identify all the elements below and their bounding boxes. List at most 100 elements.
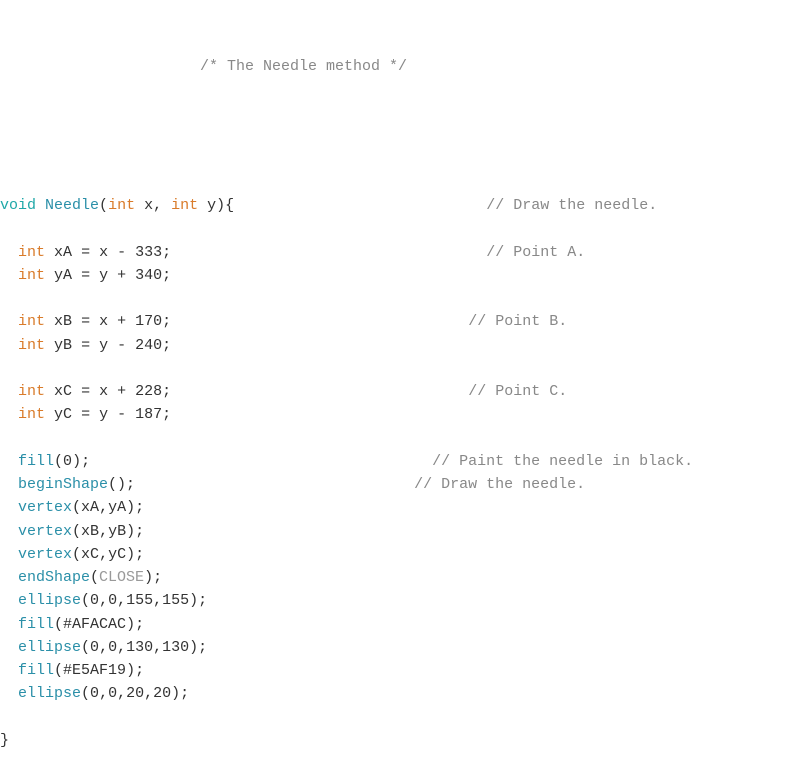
- token-punct: ,: [153, 197, 171, 214]
- code-line: ellipse(0,0,130,130);: [0, 636, 800, 659]
- token-num: 130: [162, 639, 189, 656]
- token-punct: (: [72, 523, 81, 540]
- code-line: int yA = y + 340;: [0, 264, 800, 287]
- token-kw-type2: int: [18, 267, 45, 284]
- token-num: 187: [135, 406, 162, 423]
- token-num: 0: [63, 453, 72, 470]
- token-punct: }: [0, 732, 9, 749]
- token-func: ellipse: [18, 592, 81, 609]
- token-punct: (: [72, 499, 81, 516]
- token-num: 170: [135, 313, 162, 330]
- code-line: [0, 357, 800, 380]
- token-kw-type2: int: [108, 197, 135, 214]
- token-punct: ,: [99, 592, 108, 609]
- token-punct: ;: [162, 313, 171, 330]
- token-punct: ,: [99, 639, 108, 656]
- code-line: vertex(xA,yA);: [0, 496, 800, 519]
- token-punct: (: [99, 197, 108, 214]
- token-punct: (: [81, 685, 90, 702]
- token-punct: );: [189, 639, 207, 656]
- token-num: 333: [135, 244, 162, 261]
- line-comment: // Paint the needle in black.: [432, 453, 693, 470]
- token-punct: ,: [99, 499, 108, 516]
- token-punct: ;: [162, 267, 171, 284]
- code-line: [0, 427, 800, 450]
- token-op: =: [72, 337, 99, 354]
- token-func: fill: [18, 453, 54, 470]
- block-comment: /* The Needle method */: [200, 58, 407, 75]
- token-punct: ,: [153, 592, 162, 609]
- token-ident: xA: [54, 244, 72, 261]
- token-punct: ();: [108, 476, 135, 493]
- token-op: =: [72, 406, 99, 423]
- code-line: [0, 287, 800, 310]
- line-comment: // Draw the needle.: [414, 476, 585, 493]
- token-hex: #AFACAC: [63, 616, 126, 633]
- token-punct: );: [126, 616, 144, 633]
- token-ident: yC: [54, 406, 72, 423]
- token-kw-type2: int: [18, 406, 45, 423]
- code-line: int xA = x - 333; // Point A.: [0, 241, 800, 264]
- token-punct: (: [54, 453, 63, 470]
- token-kw-type: void: [0, 197, 36, 214]
- token-ident: yA: [54, 267, 72, 284]
- code-line: int yB = y - 240;: [0, 334, 800, 357]
- token-func: ellipse: [18, 639, 81, 656]
- token-punct: );: [189, 592, 207, 609]
- token-punct: (: [72, 546, 81, 563]
- token-num: 0: [90, 592, 99, 609]
- token-punct: );: [126, 546, 144, 563]
- token-func: Needle: [45, 197, 99, 214]
- code-lines: void Needle(int x, int y){ // Draw the n…: [0, 194, 800, 752]
- code-line: fill(#AFACAC);: [0, 613, 800, 636]
- code-line: int xC = x + 228; // Point C.: [0, 380, 800, 403]
- token-ident: y: [99, 267, 108, 284]
- code-line: vertex(xC,yC);: [0, 543, 800, 566]
- code-line: fill(0); // Paint the needle in black.: [0, 450, 800, 473]
- code-line: void Needle(int x, int y){ // Draw the n…: [0, 194, 800, 217]
- token-ident: x: [99, 383, 108, 400]
- token-num: 20: [153, 685, 171, 702]
- code-line: int yC = y - 187;: [0, 403, 800, 426]
- token-kw-type2: int: [18, 313, 45, 330]
- token-func: ellipse: [18, 685, 81, 702]
- token-op: +: [108, 313, 135, 330]
- token-op: -: [108, 337, 135, 354]
- code-line: ellipse(0,0,155,155);: [0, 589, 800, 612]
- token-ident: yB: [108, 523, 126, 540]
- token-punct: );: [126, 499, 144, 516]
- token-func: vertex: [18, 546, 72, 563]
- token-punct: );: [144, 569, 162, 586]
- token-op: +: [108, 267, 135, 284]
- token-num: 228: [135, 383, 162, 400]
- line-comment: // Point A.: [486, 244, 585, 261]
- code-header-comment: /* The Needle method */: [0, 55, 800, 78]
- code-line: vertex(xB,yB);: [0, 520, 800, 543]
- token-op: -: [108, 244, 135, 261]
- token-func: fill: [18, 616, 54, 633]
- token-ident: xC: [81, 546, 99, 563]
- token-op: =: [72, 313, 99, 330]
- line-comment: // Point B.: [468, 313, 567, 330]
- token-op: +: [108, 383, 135, 400]
- token-ident: xB: [81, 523, 99, 540]
- code-line: endShape(CLOSE);: [0, 566, 800, 589]
- token-op: =: [72, 267, 99, 284]
- token-punct: ,: [117, 592, 126, 609]
- token-punct: );: [126, 662, 144, 679]
- token-hex: #E5AF19: [63, 662, 126, 679]
- token-kw-type2: int: [171, 197, 198, 214]
- token-ident: xC: [54, 383, 72, 400]
- token-num: 240: [135, 337, 162, 354]
- token-punct: ,: [99, 685, 108, 702]
- token-ident: y: [207, 197, 216, 214]
- token-num: 0: [108, 592, 117, 609]
- token-num: 20: [126, 685, 144, 702]
- code-line: fill(#E5AF19);: [0, 659, 800, 682]
- token-func: fill: [18, 662, 54, 679]
- line-comment: // Point C.: [468, 383, 567, 400]
- token-ident: yA: [108, 499, 126, 516]
- token-punct: );: [126, 523, 144, 540]
- token-punct: );: [72, 453, 90, 470]
- token-func: beginShape: [18, 476, 108, 493]
